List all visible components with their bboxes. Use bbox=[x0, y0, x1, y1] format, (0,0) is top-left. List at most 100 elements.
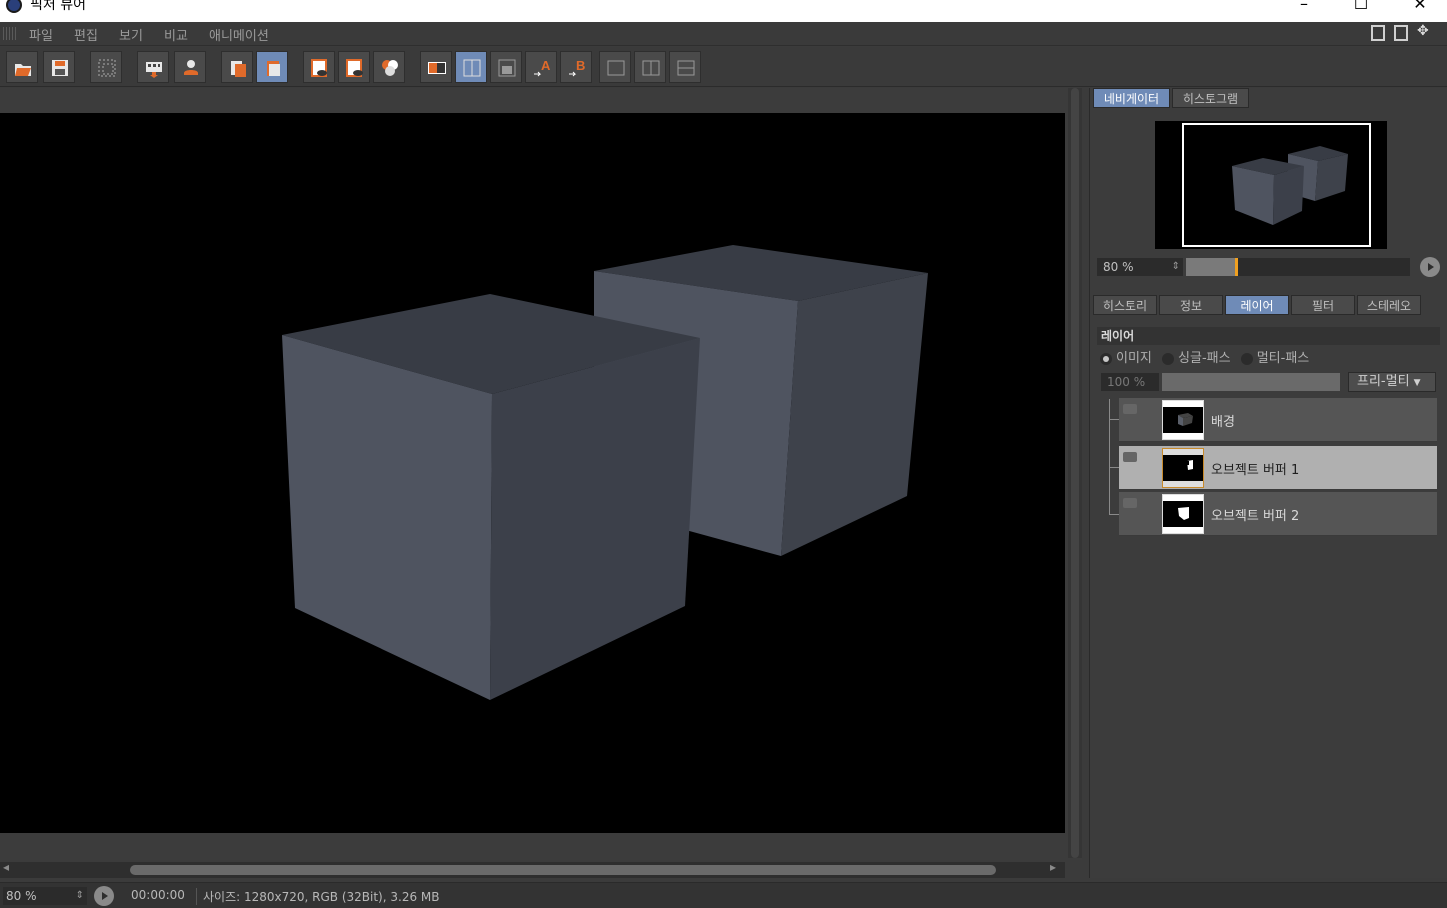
mode-multi-pass[interactable]: 멀티-패스 bbox=[1240, 351, 1310, 366]
navigator-play-button[interactable] bbox=[1420, 257, 1440, 277]
window-title: 픽처 뷰어 bbox=[30, 0, 86, 13]
grip-icon bbox=[3, 27, 17, 40]
horizontal-scrollbar[interactable]: ◂ ▸ bbox=[0, 860, 1065, 878]
view-b-icon bbox=[346, 59, 363, 77]
save-button[interactable] bbox=[43, 51, 75, 83]
compare-icon bbox=[382, 60, 398, 76]
menu-file[interactable]: 파일 bbox=[29, 25, 53, 44]
compare-button[interactable] bbox=[373, 51, 405, 83]
title-bar: 픽처 뷰어 – ☐ ✕ bbox=[0, 0, 1447, 22]
layer-row[interactable]: 배경 bbox=[1119, 398, 1437, 442]
radio-off-icon[interactable] bbox=[1240, 352, 1253, 365]
tree-branch bbox=[1109, 467, 1119, 468]
set-a-button[interactable]: A bbox=[525, 51, 557, 83]
paste-icon bbox=[267, 61, 280, 76]
navigator-zoom-slider[interactable] bbox=[1186, 258, 1410, 276]
tab-history[interactable]: 히스토리 bbox=[1093, 295, 1157, 315]
ab-1-button[interactable] bbox=[599, 51, 631, 83]
layer-row[interactable]: 오브젝트 버퍼 1 bbox=[1119, 446, 1437, 490]
spin-icon[interactable]: ⇕ bbox=[76, 887, 84, 905]
copy-icon bbox=[231, 61, 246, 77]
maximize-button[interactable]: ☐ bbox=[1338, 0, 1384, 13]
ab-swap-button[interactable] bbox=[420, 51, 452, 83]
menu-edit[interactable]: 편집 bbox=[74, 25, 98, 44]
view-a-button[interactable] bbox=[303, 51, 335, 83]
panel-add-icon[interactable] bbox=[1394, 25, 1408, 41]
tab-stereo[interactable]: 스테레오 bbox=[1357, 295, 1421, 315]
spin-icon[interactable]: ⇕ bbox=[1172, 258, 1180, 276]
set-a-icon: A bbox=[534, 58, 551, 77]
navigator-preview[interactable] bbox=[1155, 121, 1387, 249]
vertical-scroll-thumb[interactable] bbox=[1071, 88, 1079, 858]
layer-mode-group: 이미지 싱글-패스 멀티-패스 bbox=[1100, 347, 1310, 366]
move-icon[interactable]: ✥ bbox=[1417, 23, 1431, 39]
navigator-zoom-value: 80 % bbox=[1103, 260, 1134, 274]
mode-single-pass-label: 싱글-패스 bbox=[1178, 351, 1231, 366]
horizontal-scroll-thumb[interactable] bbox=[130, 865, 996, 875]
svg-text:B: B bbox=[576, 58, 585, 73]
ab-overlay-icon bbox=[498, 59, 516, 77]
ab-3-button[interactable] bbox=[669, 51, 701, 83]
grid-button[interactable] bbox=[90, 51, 122, 83]
minimize-button[interactable]: – bbox=[1281, 0, 1327, 13]
tab-info[interactable]: 정보 bbox=[1159, 295, 1223, 315]
layer-thumb-image bbox=[1163, 401, 1203, 439]
tree-line bbox=[1109, 399, 1110, 515]
radio-off-icon[interactable] bbox=[1162, 352, 1175, 365]
eye-icon[interactable] bbox=[1123, 498, 1137, 508]
ab-overlay-button[interactable] bbox=[490, 51, 522, 83]
side-panel: 네비게이터 히스토그램 80 % ⇕ 히스토리 정보 레이어 필터 스테레오 레이… bbox=[1089, 88, 1447, 878]
status-zoom-field[interactable]: 80 % ⇕ bbox=[3, 887, 87, 905]
navigator-view-frame[interactable] bbox=[1182, 123, 1371, 247]
layout-icon[interactable] bbox=[1371, 25, 1385, 41]
eye-icon[interactable] bbox=[1123, 404, 1137, 414]
radio-on-icon[interactable] bbox=[1100, 352, 1112, 365]
layer-name: 오브젝트 버퍼 1 bbox=[1211, 463, 1300, 478]
svg-text:A: A bbox=[541, 58, 551, 73]
close-button[interactable]: ✕ bbox=[1397, 0, 1443, 13]
scroll-right-icon[interactable]: ▸ bbox=[1050, 860, 1056, 874]
tab-navigator[interactable]: 네비게이터 bbox=[1093, 88, 1170, 108]
vertical-scrollbar[interactable] bbox=[1068, 88, 1082, 858]
play-button[interactable] bbox=[94, 886, 114, 906]
menu-compare[interactable]: 비교 bbox=[164, 25, 188, 44]
menu-view[interactable]: 보기 bbox=[119, 25, 143, 44]
ab-3-icon bbox=[677, 60, 695, 76]
blend-mode-value: 프리-멀티 bbox=[1357, 374, 1410, 389]
slider-handle[interactable] bbox=[1235, 258, 1239, 276]
view-b-button[interactable] bbox=[338, 51, 370, 83]
blend-mode-dropdown[interactable]: 프리-멀티 ▼ bbox=[1348, 372, 1436, 392]
layer-thumbnail bbox=[1162, 494, 1204, 534]
layer-row[interactable]: 오브젝트 버퍼 2 bbox=[1119, 492, 1437, 536]
eye-icon[interactable] bbox=[1123, 452, 1137, 462]
layer-thumb-image bbox=[1163, 495, 1203, 533]
tab-filter[interactable]: 필터 bbox=[1291, 295, 1355, 315]
navigator-zoom-field[interactable]: 80 % ⇕ bbox=[1097, 258, 1183, 276]
scroll-left-icon[interactable]: ◂ bbox=[3, 860, 9, 874]
ab-split-icon bbox=[463, 59, 481, 77]
copy-button[interactable] bbox=[221, 51, 253, 83]
ab-2-button[interactable] bbox=[634, 51, 666, 83]
menu-animation[interactable]: 애니메이션 bbox=[209, 25, 269, 44]
render-viewport[interactable] bbox=[0, 113, 1065, 833]
ab-split-button[interactable] bbox=[455, 51, 487, 83]
tab-layers[interactable]: 레이어 bbox=[1225, 295, 1289, 315]
status-time: 00:00:00 bbox=[131, 888, 185, 902]
open-icon bbox=[15, 64, 31, 76]
tab-histogram[interactable]: 히스토그램 bbox=[1172, 88, 1249, 108]
mode-single-pass[interactable]: 싱글-패스 bbox=[1162, 351, 1231, 366]
mode-image[interactable]: 이미지 bbox=[1100, 351, 1152, 366]
layer-name: 오브젝트 버퍼 2 bbox=[1211, 509, 1300, 524]
save-icon bbox=[52, 60, 68, 76]
menu-bar: 파일 편집 보기 비교 애니메이션 ✥ bbox=[0, 22, 1447, 46]
mode-multi-pass-label: 멀티-패스 bbox=[1256, 351, 1310, 366]
paste-button[interactable] bbox=[256, 51, 288, 83]
layer-opacity-field[interactable]: 100 % bbox=[1101, 373, 1159, 391]
open-button[interactable] bbox=[6, 51, 38, 83]
layer-thumbnail bbox=[1162, 400, 1204, 440]
upload-button[interactable] bbox=[174, 51, 206, 83]
layer-opacity-slider[interactable] bbox=[1162, 373, 1340, 391]
set-b-button[interactable]: B bbox=[560, 51, 592, 83]
chevron-down-icon: ▼ bbox=[1413, 378, 1421, 388]
export-button[interactable] bbox=[137, 51, 169, 83]
